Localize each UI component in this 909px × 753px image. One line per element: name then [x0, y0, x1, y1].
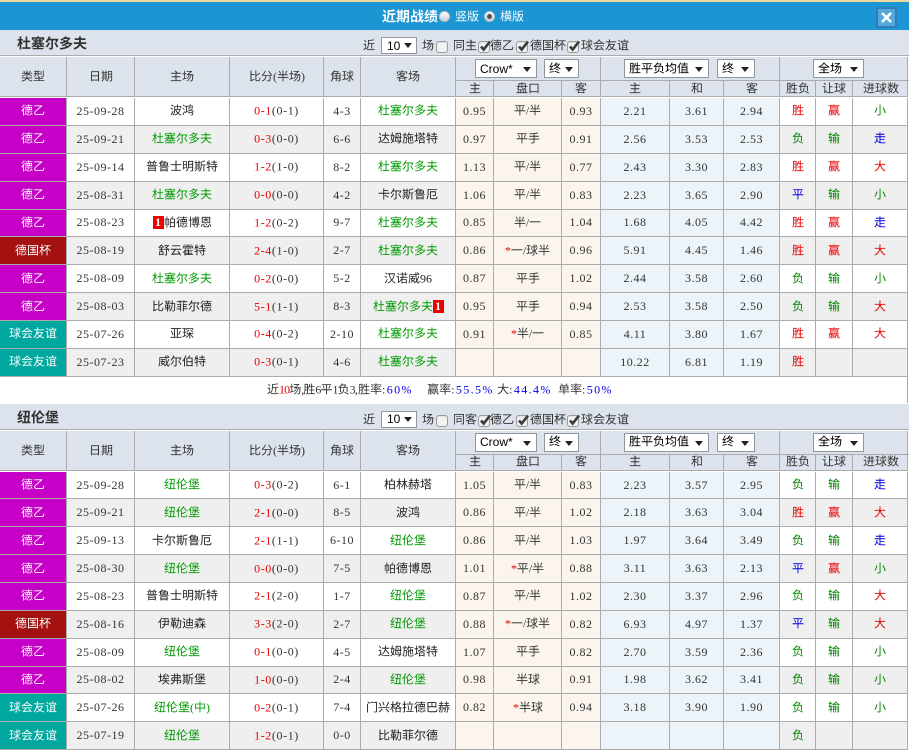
svg-text:(0-1): (0-1) [272, 729, 299, 743]
svg-text:2-1: 2-1 [254, 589, 272, 603]
svg-text:(0-0): (0-0) [272, 562, 299, 576]
svg-text:5-1: 5-1 [254, 300, 272, 314]
svg-text:2-4: 2-4 [254, 244, 272, 258]
svg-text:(0-1): (0-1) [272, 104, 299, 118]
svg-text:): ) [206, 701, 210, 715]
svg-text:*: * [513, 701, 519, 715]
svg-text:(1-0): (1-0) [272, 160, 299, 174]
svg-text:(0-0): (0-0) [272, 188, 299, 202]
svg-text:*: * [505, 617, 511, 630]
svg-text:(0-0): (0-0) [272, 132, 299, 146]
svg-text:*: * [511, 327, 517, 340]
svg-text:(1-1): (1-1) [272, 534, 299, 548]
svg-text:1-2: 1-2 [254, 216, 272, 230]
svg-text:(0-0): (0-0) [272, 272, 299, 286]
svg-text:0-3: 0-3 [254, 355, 272, 369]
svg-text:/: / [529, 562, 533, 575]
svg-text:/: / [523, 617, 527, 630]
svg-text:0-2: 0-2 [254, 701, 272, 715]
svg-text:(: ( [273, 70, 277, 84]
svg-text:*: * [511, 562, 517, 575]
svg-text:1-2: 1-2 [254, 729, 272, 743]
svg-text:0-4: 0-4 [254, 327, 272, 341]
svg-text:2-1: 2-1 [254, 534, 272, 548]
svg-text:): ) [301, 70, 305, 84]
svg-text:(0-1): (0-1) [272, 701, 299, 715]
svg-text:(0-2): (0-2) [272, 327, 299, 341]
svg-text:/: / [523, 244, 527, 257]
svg-text:50%: 50% [586, 383, 612, 397]
svg-text:0-3: 0-3 [254, 478, 272, 492]
svg-text:*: * [505, 244, 511, 257]
svg-text:0-3: 0-3 [254, 132, 272, 146]
svg-text:0-1: 0-1 [254, 104, 272, 118]
svg-text:(0-2): (0-2) [272, 216, 299, 230]
svg-text:1-0: 1-0 [254, 673, 272, 687]
svg-text:(1-0): (1-0) [272, 244, 299, 258]
svg-text:(0-1): (0-1) [272, 355, 299, 369]
svg-text:(: ( [190, 701, 194, 715]
svg-text:0-2: 0-2 [254, 272, 272, 286]
svg-text:0-0: 0-0 [254, 188, 272, 202]
svg-text:6: 6 [315, 383, 321, 396]
svg-text:(0-0): (0-0) [272, 673, 299, 687]
svg-text:/: / [526, 589, 530, 602]
svg-text:/: / [529, 327, 533, 340]
svg-text:55.5%: 55.5% [456, 383, 494, 397]
svg-text:44.4%: 44.4% [514, 383, 552, 397]
svg-text:/: / [526, 506, 530, 519]
svg-text:(2-0): (2-0) [272, 617, 299, 631]
svg-text:/: / [526, 216, 530, 229]
svg-text:1: 1 [333, 383, 339, 396]
svg-text:0-0: 0-0 [254, 562, 272, 576]
svg-text:/: / [526, 478, 530, 491]
svg-text:(1-1): (1-1) [272, 300, 299, 314]
svg-text:96: 96 [420, 272, 432, 286]
svg-text:(0-0): (0-0) [272, 645, 299, 659]
svg-text:(2-0): (2-0) [272, 589, 299, 603]
svg-text:60%: 60% [386, 383, 412, 397]
svg-text:,: , [301, 383, 304, 396]
svg-text:(: ( [273, 444, 277, 458]
svg-text:3-3: 3-3 [254, 617, 272, 631]
svg-text:/: / [526, 534, 530, 547]
svg-text:1-2: 1-2 [254, 160, 272, 174]
svg-text:,: , [355, 383, 357, 396]
svg-text:(0-0): (0-0) [272, 506, 299, 520]
svg-text:/: / [526, 188, 530, 201]
svg-text:2-1: 2-1 [254, 506, 272, 520]
svg-text:/: / [526, 160, 530, 173]
svg-text:): ) [301, 444, 305, 458]
svg-text:10: 10 [279, 383, 290, 396]
svg-text:0-1: 0-1 [254, 645, 272, 659]
svg-text:/: / [526, 104, 530, 117]
svg-text:(0-2): (0-2) [272, 478, 299, 492]
